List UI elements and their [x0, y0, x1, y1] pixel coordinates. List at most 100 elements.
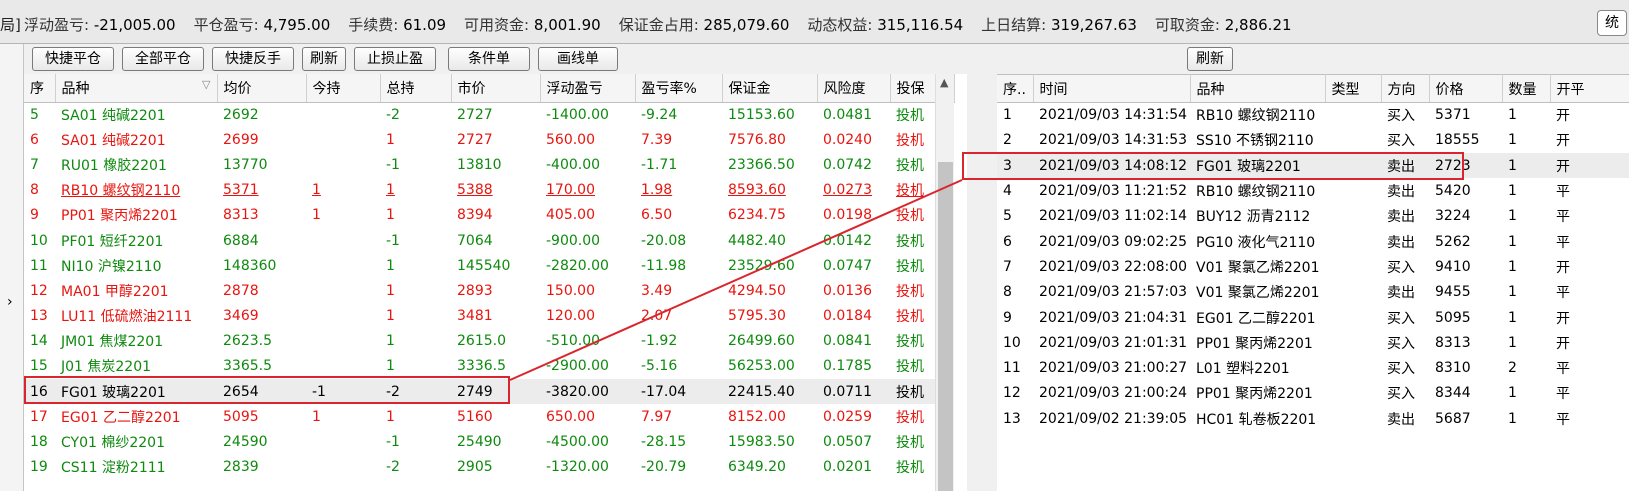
trade-col-seq[interactable]: 序..: [997, 74, 1034, 103]
stats-button[interactable]: 统: [1597, 10, 1627, 36]
col-pnl-rate[interactable]: 盈亏率%: [635, 74, 723, 103]
positions-scrollbar[interactable]: ▲: [935, 74, 954, 491]
trade-cell-seq: 2: [1003, 132, 1012, 149]
trade-row[interactable]: 6 2021/09/03 09:02:25 PG10 液化气2110 卖出 5262 1 平: [997, 229, 1629, 254]
trade-row[interactable]: 10 2021/09/03 21:01:31 PP01 聚丙烯2201 买入 8313 1…: [997, 330, 1629, 355]
position-cell-symbol: JM01 焦煤2201: [61, 334, 164, 351]
col-risk[interactable]: 风险度: [817, 74, 891, 103]
trade-cell-qty: 1: [1508, 334, 1517, 351]
trade-cell-dir: 买入: [1387, 310, 1415, 327]
conditional-order-button[interactable]: 条件单: [448, 47, 530, 71]
col-float-pnl[interactable]: 浮动盈亏: [540, 74, 636, 103]
trade-col-time[interactable]: 时间: [1033, 74, 1191, 103]
trade-col-qty[interactable]: 数量: [1502, 74, 1551, 103]
collapse-strip[interactable]: ›: [0, 44, 24, 491]
position-row[interactable]: 18 CY01 棉纱2201 24590 -1 25490 -4500.00 -28.15 1…: [24, 429, 954, 454]
stat-label: 可取资金:: [1154, 16, 1220, 34]
col-today[interactable]: 今持: [306, 74, 381, 103]
position-row[interactable]: 10 PF01 短纤2201 6884 -1 7064 -900.00 -20.08 4482…: [24, 228, 954, 253]
col-market-price[interactable]: 市价: [451, 74, 541, 103]
position-row[interactable]: 7 RU01 橡胶2201 13770 -1 13810 -400.00 -1.71 2336…: [24, 152, 954, 177]
col-symbol-label: 品种: [61, 80, 90, 97]
trade-cell-price: 5687: [1435, 410, 1471, 427]
position-cell-rate: -28.15: [641, 434, 687, 451]
stat-value: 315,116.54: [877, 16, 964, 34]
trade-col-open-close[interactable]: 开平: [1550, 74, 1629, 103]
position-cell-today: [306, 152, 380, 177]
col-total[interactable]: 总持: [380, 74, 452, 103]
refresh-button[interactable]: 刷新: [302, 47, 346, 71]
trade-cell-oc: 开: [1556, 108, 1570, 125]
trades-refresh-button[interactable]: 刷新: [1187, 47, 1233, 71]
trade-col-price[interactable]: 价格: [1429, 74, 1503, 103]
scrollbar-thumb[interactable]: [938, 162, 953, 491]
trade-col-type[interactable]: 类型: [1325, 74, 1382, 103]
stat-label: 手续费:: [348, 16, 399, 34]
position-cell-seq: 14: [30, 333, 48, 350]
position-row[interactable]: 5 SA01 纯碱2201 2692 -2 2727 -1400.00 -9.24 15153…: [24, 102, 954, 127]
position-cell-avg: 5095: [223, 408, 259, 425]
trade-cell-dir: 卖出: [1387, 411, 1415, 428]
expand-arrow-icon[interactable]: ›: [7, 294, 13, 310]
position-cell-symbol: EG01 乙二醇2201: [61, 409, 181, 426]
trade-cell-seq: 11: [1003, 360, 1021, 377]
col-seq[interactable]: 序: [24, 74, 56, 103]
scroll-up-icon[interactable]: ▲: [940, 76, 948, 89]
stat-value: 2,886.21: [1224, 16, 1292, 34]
position-row[interactable]: 11 NI10 沪镍2110 148360 1 145540 -2820.00 -11.98…: [24, 253, 954, 278]
trade-row[interactable]: 9 2021/09/03 21:04:31 EG01 乙二醇2201 买入 5095 1 开: [997, 305, 1629, 330]
trade-row[interactable]: 5 2021/09/03 11:02:14 BUY12 沥青2112 卖出 3224 1 平: [997, 204, 1629, 229]
trade-cell-qty: 1: [1502, 153, 1550, 179]
position-cell-risk: 0.0507: [823, 434, 872, 451]
quick-reverse-button[interactable]: 快捷反手: [212, 47, 294, 71]
position-row[interactable]: 8 RB10 螺纹钢2110 5371 1 1 5388 170.00 1.98 8593.60…: [24, 178, 954, 203]
position-cell-pnl: 650.00: [546, 408, 595, 425]
trade-row[interactable]: 2 2021/09/03 14:31:53 SS10 不锈钢2110 买入 18555 1…: [997, 128, 1629, 153]
position-row[interactable]: 14 JM01 焦煤2201 2623.5 1 2615.0 -510.00 -1.92 26…: [24, 329, 954, 354]
position-cell-avg: 2699: [223, 131, 259, 148]
trade-cell-seq: 9: [1003, 309, 1012, 326]
trade-row[interactable]: 1 2021/09/03 14:31:54 RB10 螺纹钢2110 买入 5371 1 开: [997, 103, 1629, 128]
position-row[interactable]: 19 CS11 淀粉2111 2839 -2 2905 -1320.00 -20.79 634…: [24, 455, 954, 480]
position-cell-risk: 0.0711: [817, 379, 890, 405]
trade-cell-oc: 平: [1556, 209, 1570, 226]
trade-col-symbol[interactable]: 品种: [1190, 74, 1326, 103]
position-row[interactable]: 9 PP01 聚丙烯2201 8313 1 1 8394 405.00 6.50 6234.75…: [24, 203, 954, 228]
position-cell-pnl: -900.00: [546, 232, 601, 249]
quick-close-button[interactable]: 快捷平仓: [32, 47, 114, 71]
trade-cell-symbol: V01 聚氯乙烯2201: [1196, 259, 1320, 276]
position-cell-today: [306, 329, 380, 354]
position-row[interactable]: 12 MA01 甲醇2201 2878 1 2893 150.00 3.49 4294.50 0…: [24, 278, 954, 303]
col-symbol[interactable]: 品种 ▽: [55, 74, 218, 103]
stop-loss-profit-button[interactable]: 止损止盈: [354, 47, 436, 71]
position-cell-risk: 0.0841: [823, 333, 872, 350]
close-all-button[interactable]: 全部平仓: [122, 47, 204, 71]
col-margin[interactable]: 保证金: [722, 74, 818, 103]
position-row[interactable]: 6 SA01 纯碱2201 2699 1 2727 560.00 7.39 7576.80 0.…: [24, 127, 954, 152]
panel-divider[interactable]: [967, 44, 997, 491]
position-cell-rate: 3.49: [641, 282, 673, 299]
line-order-button[interactable]: 画线单: [538, 47, 618, 71]
col-avg-price[interactable]: 均价: [217, 74, 307, 103]
position-cell-margin: 8152.00: [728, 408, 786, 425]
position-cell-margin: 4294.50: [728, 282, 786, 299]
position-cell-today: [306, 429, 380, 454]
trade-cell-seq: 8: [1003, 284, 1012, 301]
position-row[interactable]: 17 EG01 乙二醇2201 5095 1 1 5160 650.00 7.97 8152.0…: [24, 404, 954, 429]
trade-row[interactable]: 7 2021/09/03 22:08:00 V01 聚氯乙烯2201 买入 9410 1 开: [997, 254, 1629, 279]
position-cell-risk: 0.0481: [823, 106, 872, 123]
trade-cell-time: 2021/09/03 14:31:54: [1039, 107, 1188, 124]
trade-row[interactable]: 13 2021/09/02 21:39:05 HC01 轧卷板2201 卖出 5687 1…: [997, 406, 1629, 431]
trade-col-direction[interactable]: 方向: [1381, 74, 1430, 103]
trade-row[interactable]: 12 2021/09/03 21:00:24 PP01 聚丙烯2201 买入 8344 1…: [997, 381, 1629, 406]
trade-row[interactable]: 11 2021/09/03 21:00:27 L01 塑料2201 买入 8310 2 平: [997, 355, 1629, 380]
position-cell-symbol: RB10 螺纹钢2110: [61, 183, 181, 200]
trade-cell-seq: 5: [1003, 208, 1012, 225]
position-cell-today: 1: [312, 408, 321, 425]
trade-cell-symbol: HC01 轧卷板2201: [1196, 411, 1317, 428]
trade-row[interactable]: 4 2021/09/03 11:21:52 RB10 螺纹钢2110 卖出 5420 1 平: [997, 178, 1629, 203]
trade-row[interactable]: 8 2021/09/03 21:57:03 V01 聚氯乙烯2201 卖出 9455 1 平: [997, 280, 1629, 305]
position-row[interactable]: 13 LU11 低硫燃油2111 3469 1 3481 120.00 2.07 5795.3…: [24, 304, 954, 329]
position-cell-avg: 148360: [223, 257, 277, 274]
trades-panel: 刷新 序.. 时间 品种 类型 方向 价格 数量 开平 12021/09/03: [997, 44, 1629, 491]
